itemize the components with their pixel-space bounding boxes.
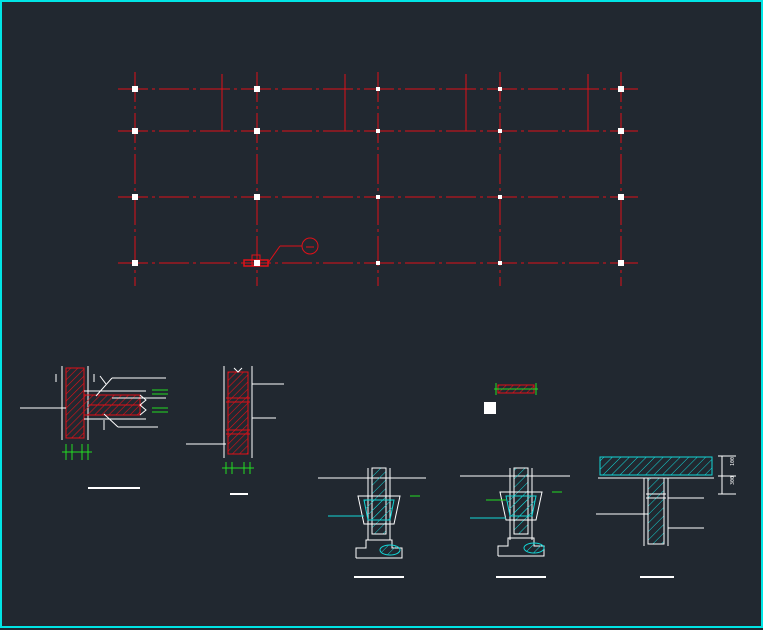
column-node — [376, 87, 380, 91]
callout-leader-1 — [267, 245, 281, 264]
column-node — [376, 129, 380, 133]
column-node — [498, 87, 502, 91]
drawing-canvas: 100 300 — [0, 0, 763, 628]
column-node — [498, 129, 502, 133]
tee-junction-detail — [20, 366, 168, 489]
column-node — [498, 261, 502, 265]
dim-label-bottom: 300 — [730, 476, 736, 485]
selection-square — [484, 402, 496, 414]
column-node — [132, 86, 138, 92]
column-node — [132, 260, 138, 266]
column-node — [254, 194, 260, 200]
floor-plan-grid — [118, 72, 638, 286]
beam-symbol — [484, 383, 538, 414]
foundation-detail-1 — [318, 467, 426, 578]
slab-wall-detail — [596, 455, 736, 578]
foundation-detail-2 — [460, 467, 570, 578]
column-node — [498, 195, 502, 199]
column-node — [132, 194, 138, 200]
callout-circle — [301, 237, 319, 255]
column-node — [376, 261, 380, 265]
column-node — [618, 128, 624, 134]
column-node — [132, 128, 138, 134]
column-node — [254, 128, 260, 134]
wall-section-detail — [186, 366, 284, 495]
column-node — [618, 194, 624, 200]
column-node — [618, 260, 624, 266]
dim-label-top: 100 — [730, 457, 736, 466]
column-node — [254, 260, 260, 266]
column-node — [618, 86, 624, 92]
cad-viewport[interactable]: 100 300 — [0, 0, 763, 630]
column-node — [254, 86, 260, 92]
column-node — [376, 195, 380, 199]
